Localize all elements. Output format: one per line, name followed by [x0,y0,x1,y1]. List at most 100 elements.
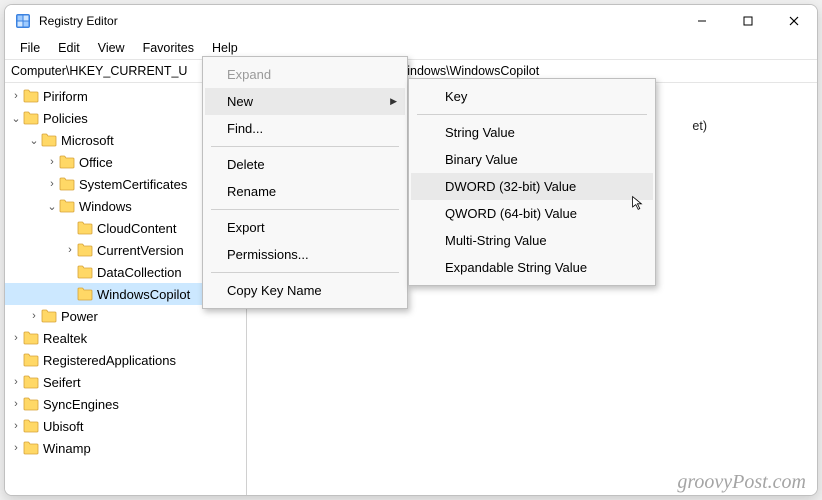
ctxmenu-new-multi-string-value[interactable]: Multi-String Value [411,227,653,254]
chevron-right-icon[interactable]: › [45,178,59,190]
chevron-right-icon[interactable]: › [9,332,23,344]
folder-icon [41,309,57,323]
chevron-right-icon[interactable]: › [9,90,23,102]
folder-icon [77,221,93,235]
context-submenu-new: Key String Value Binary Value DWORD (32-bit… [408,78,656,286]
folder-icon [59,155,75,169]
separator [211,272,399,273]
chevron-right-icon[interactable]: › [9,398,23,410]
menu-file[interactable]: File [11,39,49,57]
ctxmenu-item-rename[interactable]: Rename [205,178,405,205]
tree-node-label: Office [79,155,113,170]
tree-node-seifert[interactable]: › Seifert [5,371,246,393]
ctxmenu-new-dword-32-bit-value[interactable]: DWORD (32-bit) Value [411,173,653,200]
address-suffix: Windows\WindowsCopilot [395,64,539,78]
chevron-down-icon[interactable]: ⌄ [45,200,59,213]
maximize-icon [743,16,753,26]
tree-node-label: CloudContent [97,221,177,236]
folder-icon [77,265,93,279]
chevron-right-icon[interactable]: › [63,244,77,256]
chevron-right-icon[interactable]: › [9,442,23,454]
ctxmenu-new-expandable-string-value[interactable]: Expandable String Value [411,254,653,281]
ctxmenu-item-expand: Expand [205,61,405,88]
tree-node-label: Piriform [43,89,88,104]
chevron-right-icon[interactable]: › [9,420,23,432]
tree-node-label: Windows [79,199,132,214]
ctxmenu-item-export[interactable]: Export [205,214,405,241]
ctxmenu-new-key[interactable]: Key [411,83,653,110]
menu-view[interactable]: View [89,39,134,57]
folder-icon [23,111,39,125]
app-icon [15,13,31,29]
tree-node-ubisoft[interactable]: › Ubisoft [5,415,246,437]
menuitem-label: DWORD (32-bit) Value [445,179,576,194]
tree-node-label: Seifert [43,375,81,390]
ctxmenu-item-new[interactable]: New ▶ [205,88,405,115]
folder-icon [23,375,39,389]
tree-node-syncengines[interactable]: › SyncEngines [5,393,246,415]
value-partial: et) [692,119,707,133]
chevron-down-icon[interactable]: ⌄ [27,134,41,147]
menu-edit[interactable]: Edit [49,39,89,57]
close-button[interactable] [771,6,817,36]
ctxmenu-item-delete[interactable]: Delete [205,151,405,178]
ctxmenu-new-binary-value[interactable]: Binary Value [411,146,653,173]
minimize-button[interactable] [679,6,725,36]
ctxmenu-item-copy-key-name[interactable]: Copy Key Name [205,277,405,304]
watermark: groovyPost.com [677,471,806,494]
ctxmenu-new-string-value[interactable]: String Value [411,119,653,146]
folder-icon [23,419,39,433]
menuitem-label: Copy Key Name [227,283,322,298]
menuitem-label: Rename [227,184,276,199]
menuitem-label: QWORD (64-bit) Value [445,206,577,221]
folder-icon [77,243,93,257]
tree-node-label: SyncEngines [43,397,119,412]
tree-node-realtek[interactable]: › Realtek [5,327,246,349]
folder-icon [23,331,39,345]
ctxmenu-new-qword-64-bit-value[interactable]: QWORD (64-bit) Value [411,200,653,227]
separator [417,114,647,115]
maximize-button[interactable] [725,6,771,36]
folder-icon [59,177,75,191]
tree-node-label: Ubisoft [43,419,83,434]
tree-node-label: WindowsCopilot [97,287,190,302]
menuitem-label: Find... [227,121,263,136]
tree-node-registeredapplications[interactable]: RegisteredApplications [5,349,246,371]
tree-node-label: DataCollection [97,265,182,280]
menuitem-label: Expand [227,67,271,82]
tree-node-label: CurrentVersion [97,243,184,258]
chevron-down-icon[interactable]: ⌄ [9,112,23,125]
chevron-right-icon[interactable]: › [9,376,23,388]
menuitem-label: Expandable String Value [445,260,587,275]
window-title: Registry Editor [39,14,118,28]
folder-icon [23,397,39,411]
chevron-right-icon: ▶ [390,96,397,107]
menuitem-label: Permissions... [227,247,309,262]
menu-favorites[interactable]: Favorites [134,39,203,57]
tree-node-label: Policies [43,111,88,126]
menuitem-label: Export [227,220,265,235]
menubar: File Edit View Favorites Help [5,37,817,59]
menuitem-label: Binary Value [445,152,518,167]
chevron-right-icon[interactable]: › [27,310,41,322]
titlebar: Registry Editor [5,5,817,37]
ctxmenu-item-find[interactable]: Find... [205,115,405,142]
cursor-icon [631,195,647,214]
menu-help[interactable]: Help [203,39,247,57]
menuitem-label: Multi-String Value [445,233,547,248]
menuitem-label: New [227,94,253,109]
separator [211,209,399,210]
folder-icon [23,89,39,103]
chevron-right-icon[interactable]: › [45,156,59,168]
folder-icon [41,133,57,147]
folder-icon [77,287,93,301]
menuitem-label: String Value [445,125,515,140]
tree-node-label: Realtek [43,331,87,346]
tree-node-winamp[interactable]: › Winamp [5,437,246,459]
folder-icon [23,353,39,367]
tree-node-label: Winamp [43,441,91,456]
ctxmenu-item-permissions[interactable]: Permissions... [205,241,405,268]
separator [211,146,399,147]
tree-node-label: RegisteredApplications [43,353,176,368]
tree-node-label: SystemCertificates [79,177,187,192]
